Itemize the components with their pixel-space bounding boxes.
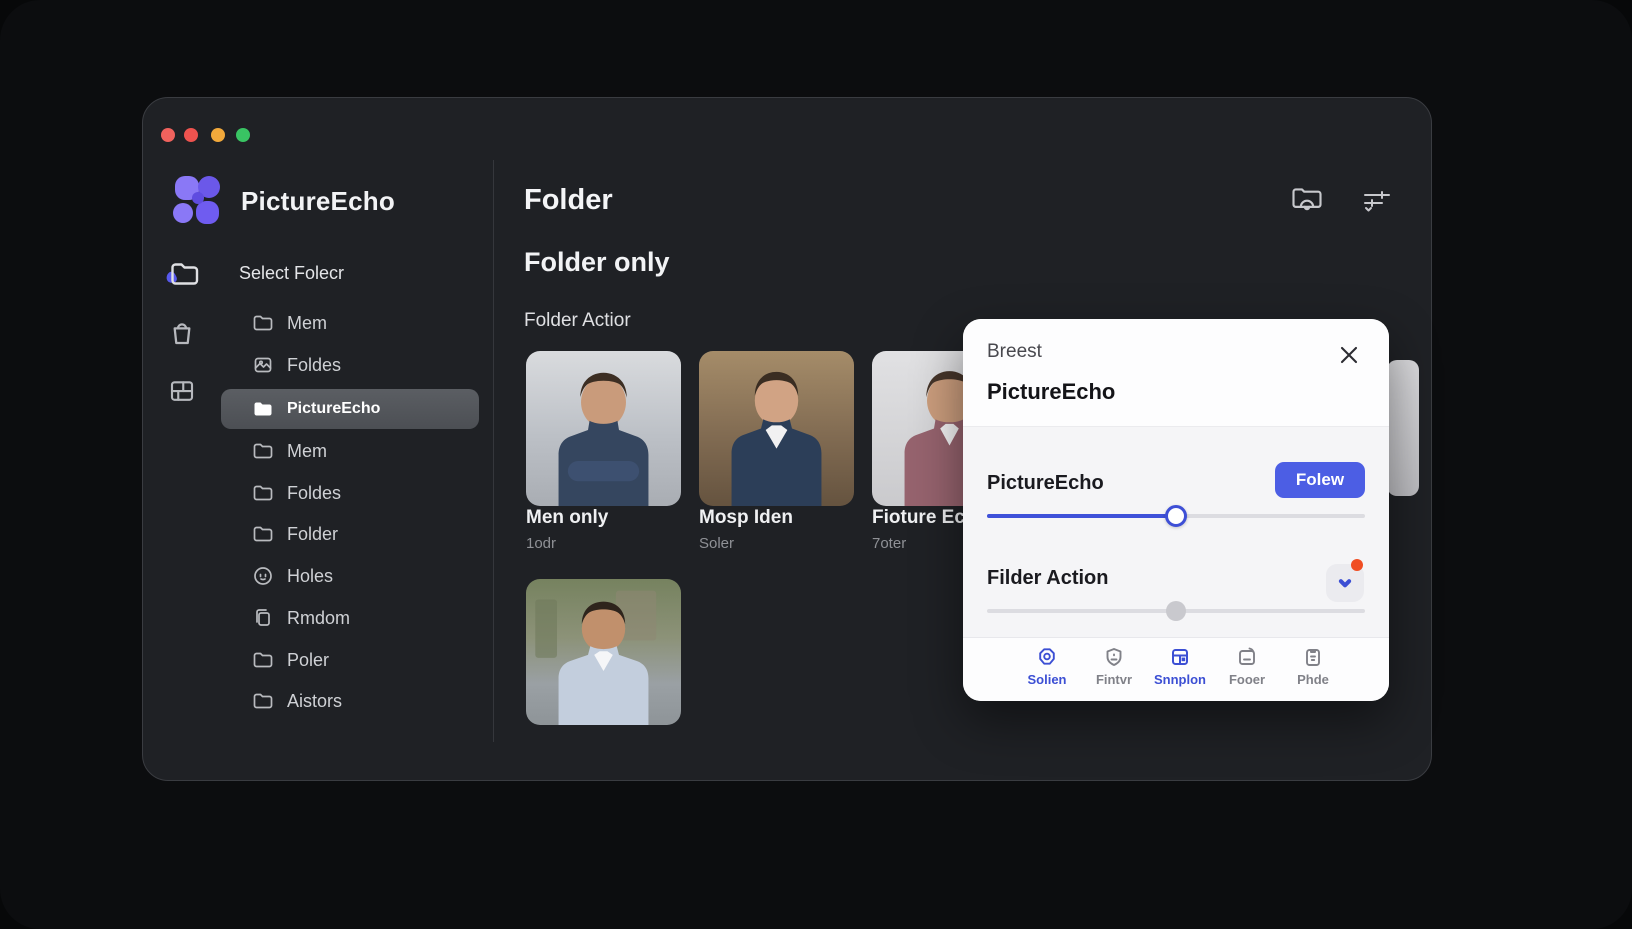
slider-filder-action[interactable]: [987, 609, 1365, 613]
detail-popup: Breest PictureEcho PictureEcho Folew Fil…: [963, 319, 1389, 701]
folder-filled-icon: [251, 397, 275, 421]
copy-icon: [251, 606, 275, 630]
tab-snnplon[interactable]: Snnplon: [1148, 645, 1212, 687]
photo-card-men-only[interactable]: [526, 351, 681, 506]
notification-dot: [1351, 559, 1363, 571]
photo-card-outdoor[interactable]: [526, 579, 681, 725]
tabbar-divider: [963, 637, 1389, 638]
popup-eyebrow: Breest: [987, 341, 1042, 363]
face-icon: [251, 564, 275, 588]
select-folder-icon[interactable]: [163, 256, 199, 292]
sidebar-item-pictureecho-selected[interactable]: PictureEcho: [221, 389, 479, 429]
window-minimize-button[interactable]: [211, 128, 225, 142]
photo-card-partial[interactable]: [1387, 360, 1419, 496]
close-icon[interactable]: [1335, 341, 1363, 369]
app-window: PictureEcho Select Folecr Mem Foldes Pic…: [142, 97, 1432, 781]
bag-icon[interactable]: [166, 317, 198, 349]
photos-icon: [251, 353, 275, 377]
follow-button[interactable]: Folew: [1275, 462, 1365, 498]
calendar-curl-icon: [1235, 645, 1259, 669]
sidebar-item-foldes[interactable]: Foldes: [251, 344, 341, 386]
sidebar-divider: [493, 160, 494, 742]
sidebar-item-poler[interactable]: Poler: [251, 639, 329, 681]
app-title: PictureEcho: [241, 186, 395, 217]
chevron-down-icon: [1334, 572, 1356, 594]
popup-header: [963, 319, 1389, 427]
slider-pictureecho[interactable]: [987, 514, 1365, 518]
screen: PictureEcho Select Folecr Mem Foldes Pic…: [0, 0, 1632, 929]
sidebar-item-label: Folder: [287, 524, 338, 545]
tab-phde[interactable]: Phde: [1281, 645, 1345, 687]
folder-icon: [251, 689, 275, 713]
sidebar-item-label: Aistors: [287, 691, 342, 712]
page-subtitle: Folder only: [524, 247, 670, 278]
sidebar-item-label: Holes: [287, 566, 333, 587]
window-close-button-2[interactable]: [184, 128, 198, 142]
portrait-photo: [526, 579, 681, 725]
sidebar-item-label: Poler: [287, 650, 329, 671]
slider-knob[interactable]: [1166, 601, 1186, 621]
window-zoom-button[interactable]: [236, 128, 250, 142]
folder-icon: [251, 522, 275, 546]
card-subtitle: 1odr: [526, 535, 556, 552]
folder-media-icon[interactable]: [1289, 181, 1325, 217]
card-title: Fioture Ech: [872, 507, 977, 529]
sidebar-item-label: Foldes: [287, 355, 341, 376]
tab-label: Fooer: [1229, 672, 1265, 687]
sidebar-item-label: Foldes: [287, 483, 341, 504]
folder-icon: [251, 439, 275, 463]
window-close-button[interactable]: [161, 128, 175, 142]
select-folder-label[interactable]: Select Folecr: [239, 263, 344, 284]
section-label: Folder Actior: [524, 310, 631, 332]
portrait-photo: [526, 351, 681, 506]
slider-knob[interactable]: [1165, 505, 1187, 527]
portrait-photo: [699, 351, 854, 506]
clipboard-icon: [1301, 645, 1325, 669]
tab-solien[interactable]: Solien: [1015, 645, 1079, 687]
folder-icon: [251, 648, 275, 672]
sidebar-item-folder[interactable]: Folder: [251, 513, 338, 555]
sidebar-item-label: PictureEcho: [287, 400, 380, 418]
shield-icon: [1102, 645, 1126, 669]
tab-label: Solien: [1027, 672, 1066, 687]
filter-sliders-icon[interactable]: [1361, 184, 1393, 216]
popup-title: PictureEcho: [987, 379, 1115, 405]
dashboard-grid-icon: [1168, 645, 1192, 669]
slider-fill: [987, 514, 1176, 518]
grid-icon[interactable]: [167, 376, 197, 406]
sidebar-item-holes[interactable]: Holes: [251, 555, 333, 597]
tab-fooer[interactable]: Fooer: [1215, 645, 1279, 687]
popup-section2-label: Filder Action: [987, 567, 1108, 590]
sidebar-item-label: Rmdom: [287, 608, 350, 629]
photo-card-mosp-iden[interactable]: [699, 351, 854, 506]
popup-section1-label: PictureEcho: [987, 472, 1104, 495]
seal-icon: [1035, 645, 1059, 669]
card-title: Mosp Iden: [699, 507, 793, 529]
sidebar-item-foldes-2[interactable]: Foldes: [251, 472, 341, 514]
sidebar-item-mem[interactable]: Mem: [251, 302, 327, 344]
sidebar-item-rmdom[interactable]: Rmdom: [251, 597, 350, 639]
card-title: Men only: [526, 507, 608, 529]
tab-label: Fintvr: [1096, 672, 1132, 687]
page-title: Folder: [524, 184, 613, 217]
tab-label: Snnplon: [1154, 672, 1206, 687]
card-subtitle: 7oter: [872, 535, 906, 552]
sidebar-item-aistors[interactable]: Aistors: [251, 680, 342, 722]
sidebar-item-mem-2[interactable]: Mem: [251, 430, 327, 472]
sidebar-item-label: Mem: [287, 313, 327, 334]
folder-icon: [251, 311, 275, 335]
sidebar-item-label: Mem: [287, 441, 327, 462]
folder-icon: [251, 481, 275, 505]
tab-fintvr[interactable]: Fintvr: [1082, 645, 1146, 687]
tab-label: Phde: [1297, 672, 1329, 687]
card-subtitle: Soler: [699, 535, 734, 552]
app-logo-icon: [169, 172, 225, 228]
